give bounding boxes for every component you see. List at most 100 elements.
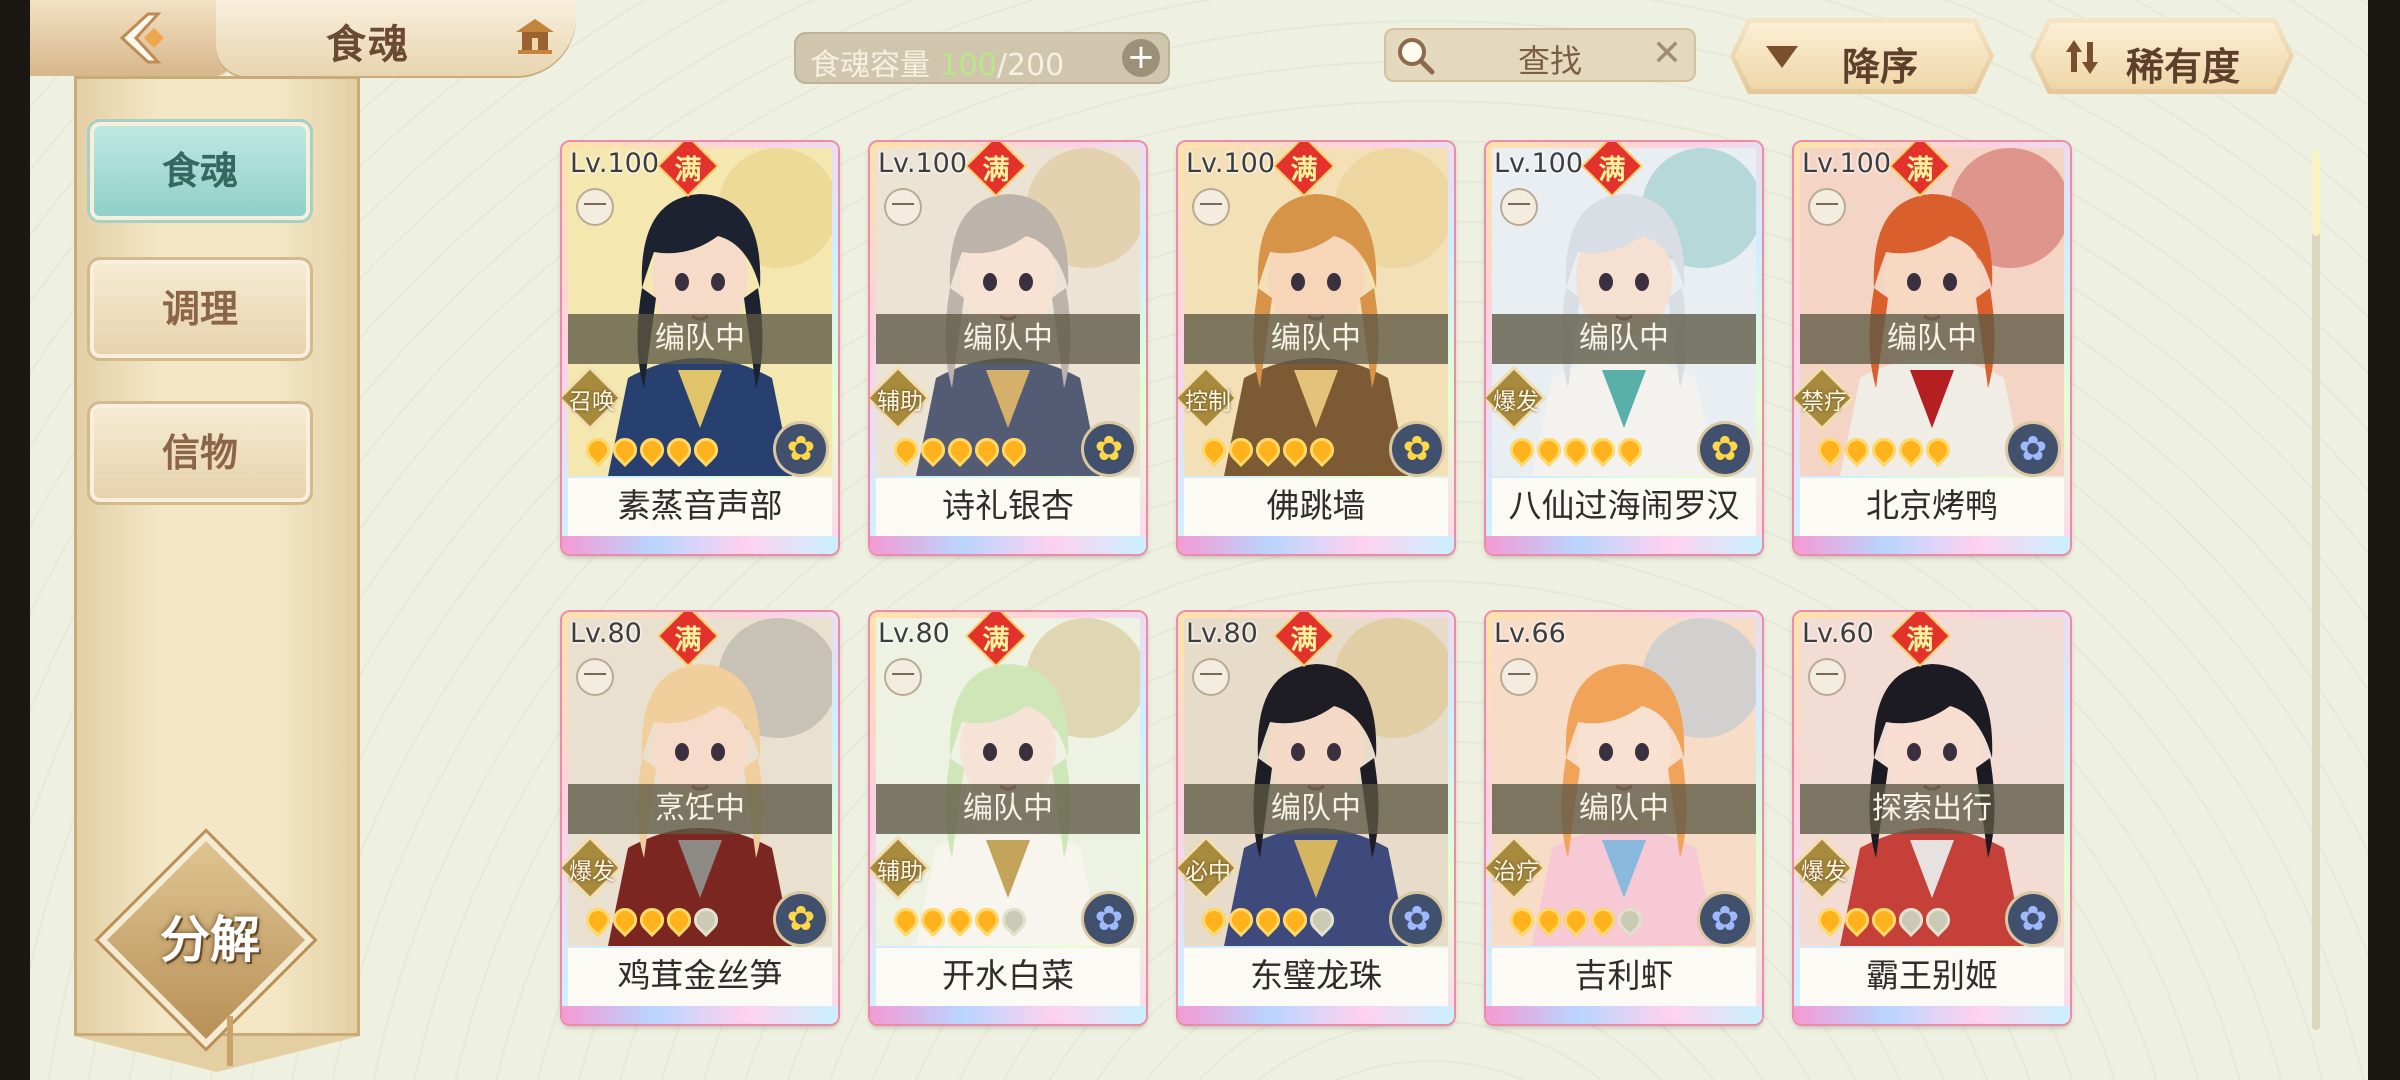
status-label: 探索出行: [1800, 784, 2064, 834]
fire-star-icon: [1505, 903, 1539, 937]
role-badge: 必中: [1178, 839, 1236, 898]
status-label: 编队中: [876, 314, 1140, 364]
fire-star-icon: [889, 433, 923, 467]
role-label: 辅助: [877, 859, 923, 885]
food-soul-card[interactable]: Lv.100 满一编队中 召唤 ✿ 素蒸音声部: [562, 142, 838, 554]
title-tab: 食魂: [216, 0, 576, 76]
sidebar-foot: [74, 1036, 360, 1072]
role-label: 禁疗: [1801, 389, 1847, 415]
tab-food-souls[interactable]: 食魂: [94, 126, 306, 216]
role-badge: 爆发: [1794, 839, 1852, 898]
status-label: 编队中: [1184, 784, 1448, 834]
element-flower-icon: ✿: [1084, 894, 1134, 944]
tab-label: 调理: [161, 286, 238, 331]
fire-star-icon: [1559, 903, 1593, 937]
fire-star-icon: [608, 903, 642, 937]
level-label: Lv.60: [1802, 618, 1874, 649]
fire-star-icon: [1505, 433, 1539, 467]
back-button[interactable]: [30, 0, 230, 76]
rank-icon: 一: [578, 660, 612, 694]
fire-star-icon: [1894, 903, 1928, 937]
food-soul-card[interactable]: Lv.100 满一编队中 爆发 ✿ 八仙过海闹罗汉: [1486, 142, 1762, 554]
character-name: 鸡茸金丝笋: [568, 948, 832, 1006]
sort-key-button[interactable]: 稀有度: [2030, 18, 2294, 94]
card-rarity-strip: [562, 1006, 838, 1024]
card-rarity-strip: [1178, 1006, 1454, 1024]
food-soul-card[interactable]: Lv.100 满一编队中 辅助 ✿ 诗礼银杏: [870, 142, 1146, 554]
max-badge-label: 满: [1290, 155, 1318, 186]
fire-star-icon: [635, 433, 669, 467]
element-flower-icon: ✿: [1700, 424, 1750, 474]
character-name: 开水白菜: [876, 948, 1140, 1006]
fire-star-icon: [1559, 433, 1593, 467]
fire-star-icon: [970, 903, 1004, 937]
character-name: 佛跳墙: [1184, 478, 1448, 536]
fire-star-icon: [1532, 903, 1566, 937]
level-label: Lv.80: [570, 618, 642, 649]
food-soul-card[interactable]: Lv.80 满一编队中 必中 ✿ 东璧龙珠: [1178, 612, 1454, 1024]
star-rating: [1505, 903, 1647, 938]
food-soul-card[interactable]: Lv.60 满一探索出行 爆发 ✿ 霸王别姬: [1794, 612, 2070, 1024]
fire-star-icon: [1278, 433, 1312, 467]
card-rarity-strip: [1486, 536, 1762, 554]
capacity-display: 食魂容量 100/200 +: [794, 32, 1170, 84]
rank-icon: 一: [1502, 660, 1536, 694]
role-badge: 辅助: [870, 369, 928, 428]
max-badge-label: 满: [1598, 155, 1626, 186]
fire-star-icon: [689, 903, 723, 937]
fire-star-icon: [1613, 433, 1647, 467]
food-soul-card[interactable]: Lv.80 满一烹饪中 爆发 ✿ 鸡茸金丝笋: [562, 612, 838, 1024]
food-soul-card[interactable]: Lv.100 满一编队中 控制 ✿ 佛跳墙: [1178, 142, 1454, 554]
search-input[interactable]: 查找 ✕: [1384, 28, 1696, 82]
capacity-current: 100: [939, 48, 997, 83]
status-label: 编队中: [1184, 314, 1448, 364]
fire-star-icon: [916, 903, 950, 937]
character-name: 素蒸音声部: [568, 478, 832, 536]
character-name: 诗礼银杏: [876, 478, 1140, 536]
level-label: Lv.100: [570, 148, 660, 179]
page-title: 食魂: [326, 21, 410, 68]
close-icon[interactable]: ✕: [1652, 36, 1682, 72]
fire-star-icon: [1224, 433, 1258, 467]
fire-star-icon: [1813, 903, 1847, 937]
fire-star-icon: [1251, 903, 1285, 937]
fire-star-icon: [1532, 433, 1566, 467]
rank-icon: 一: [1194, 660, 1228, 694]
fire-star-icon: [1613, 903, 1647, 937]
triangle-down-icon: [1764, 42, 1800, 72]
home-icon[interactable]: [512, 16, 558, 56]
tab-conditioning[interactable]: 调理: [94, 264, 306, 354]
food-soul-card[interactable]: Lv.100 满一编队中 禁疗 ✿ 北京烤鸭: [1794, 142, 2070, 554]
element-flower-icon: ✿: [1392, 424, 1442, 474]
rank-icon: 一: [1194, 190, 1228, 224]
fire-star-icon: [581, 903, 615, 937]
fire-star-icon: [689, 433, 723, 467]
card-rarity-strip: [870, 1006, 1146, 1024]
fire-star-icon: [1840, 903, 1874, 937]
level-label: Lv.80: [1186, 618, 1258, 649]
food-soul-card[interactable]: Lv.66 一编队中 治疗 ✿ 吉利虾: [1486, 612, 1762, 1024]
scrollbar-track[interactable]: [2312, 150, 2320, 1030]
status-label: 烹饪中: [568, 784, 832, 834]
fire-star-icon: [662, 433, 696, 467]
role-badge: 爆发: [562, 839, 620, 898]
fire-star-icon: [1921, 433, 1955, 467]
max-badge-label: 满: [982, 625, 1010, 656]
fire-star-icon: [1867, 903, 1901, 937]
sort-order-button[interactable]: 降序: [1730, 18, 1994, 94]
status-label: 编队中: [1492, 314, 1756, 364]
character-name: 霸王别姬: [1800, 948, 2064, 1006]
scrollbar-thumb[interactable]: [2312, 150, 2320, 236]
star-rating: [889, 433, 1031, 468]
back-arrow-icon: [119, 12, 164, 64]
fire-star-icon: [1921, 903, 1955, 937]
card-rarity-strip: [1486, 1006, 1762, 1024]
tab-tokens[interactable]: 信物: [94, 408, 306, 498]
card-rarity-strip: [1178, 536, 1454, 554]
food-soul-card[interactable]: Lv.80 满一编队中 辅助 ✿ 开水白菜: [870, 612, 1146, 1024]
star-rating: [1197, 433, 1339, 468]
star-rating: [1813, 433, 1955, 468]
fire-star-icon: [943, 903, 977, 937]
plus-icon[interactable]: +: [1122, 39, 1160, 77]
role-label: 爆发: [1801, 859, 1847, 885]
